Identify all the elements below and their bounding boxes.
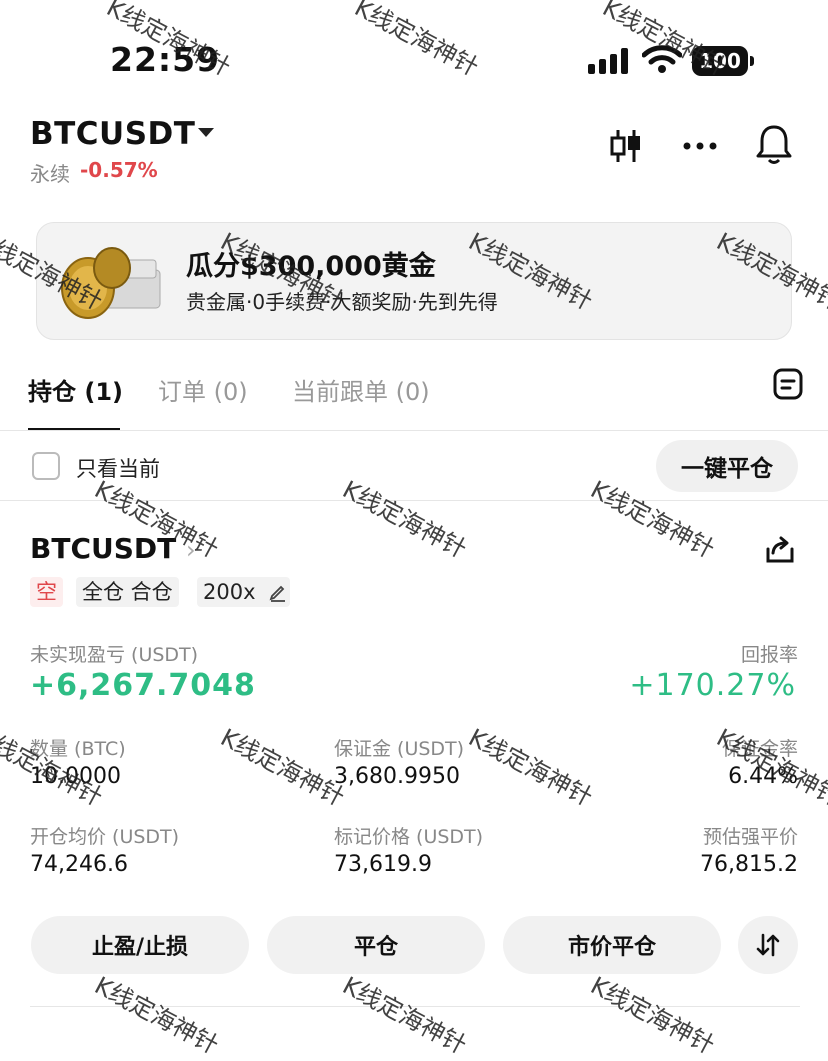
divider: [0, 500, 828, 501]
pnl-label: 未实现盈亏 (USDT): [30, 644, 199, 666]
close-all-button[interactable]: 一键平仓: [656, 440, 798, 492]
divider: [0, 430, 828, 431]
candlestick-icon[interactable]: [604, 124, 648, 168]
chevron-down-icon[interactable]: [198, 128, 214, 137]
margin-label: 保证金 (USDT): [334, 738, 465, 760]
mark-price-value: 73,619.9: [334, 852, 432, 877]
watermark: K线定海神针: [338, 971, 472, 1060]
notes-icon[interactable]: [766, 362, 810, 406]
mark-price-label: 标记价格 (USDT): [334, 826, 484, 848]
entry-price-value: 74,246.6: [30, 852, 128, 877]
price-change: -0.57%: [80, 158, 158, 182]
symbol-title[interactable]: BTCUSDT: [30, 116, 195, 152]
watermark: K线定海神针: [464, 723, 598, 812]
tab-orders[interactable]: 订单 (0): [158, 372, 248, 407]
close-position-button[interactable]: 平仓: [267, 916, 485, 974]
entry-price-label: 开仓均价 (USDT): [30, 826, 180, 848]
margin-ratio-label: 保证金率: [721, 738, 798, 760]
pnl-value: +6,267.7048: [30, 668, 256, 703]
leverage-value: 200x: [203, 580, 256, 604]
margin-mode-tag[interactable]: 全仓 合仓: [76, 577, 179, 607]
edit-icon[interactable]: [268, 582, 288, 602]
roe-label: 回报率: [740, 644, 798, 666]
watermark: K线定海神针: [350, 0, 484, 82]
side-tag: 空: [30, 577, 63, 607]
margin-ratio-value: 6.44%: [728, 764, 798, 789]
liq-price-value: 76,815.2: [700, 852, 798, 877]
roe-value: +170.27%: [629, 668, 796, 703]
banner-title: 瓜分$300,000黄金: [186, 251, 436, 282]
watermark: K线定海神针: [216, 723, 350, 812]
watermark: K线定海神针: [338, 475, 472, 564]
tab-copy-trading[interactable]: 当前跟单 (0): [292, 372, 430, 407]
banner-subtitle: 贵金属·0手续费·大额奖励·先到先得: [186, 290, 498, 314]
tab-positions[interactable]: 持仓 (1): [28, 372, 123, 407]
show-current-checkbox[interactable]: [32, 452, 60, 480]
battery-indicator: 100: [692, 46, 754, 76]
divider: [30, 1006, 800, 1007]
more-icon[interactable]: [678, 124, 722, 168]
share-icon[interactable]: [758, 528, 802, 572]
margin-value: 3,680.9950: [334, 764, 460, 789]
show-current-label: 只看当前: [76, 457, 160, 481]
liq-price-label: 预估强平价: [702, 826, 798, 848]
tpsl-button[interactable]: 止盈/止损: [31, 916, 249, 974]
wifi-icon: [642, 45, 682, 73]
market-close-button[interactable]: 市价平仓: [503, 916, 721, 974]
watermark: K线定海神针: [586, 971, 720, 1060]
status-time: 22:59: [110, 40, 221, 79]
quantity-value: 10.0000: [30, 764, 121, 789]
swap-icon[interactable]: [738, 916, 798, 974]
position-symbol[interactable]: BTCUSDT: [30, 532, 176, 565]
watermark: K线定海神针: [90, 971, 224, 1060]
cellular-signal-icon: [588, 48, 628, 74]
contract-type: 永续: [30, 162, 70, 186]
quantity-label: 数量 (BTC): [30, 738, 126, 760]
gold-coins-image: [61, 247, 161, 319]
bell-icon[interactable]: [752, 122, 796, 166]
chevron-right-icon[interactable]: ›: [186, 536, 196, 564]
